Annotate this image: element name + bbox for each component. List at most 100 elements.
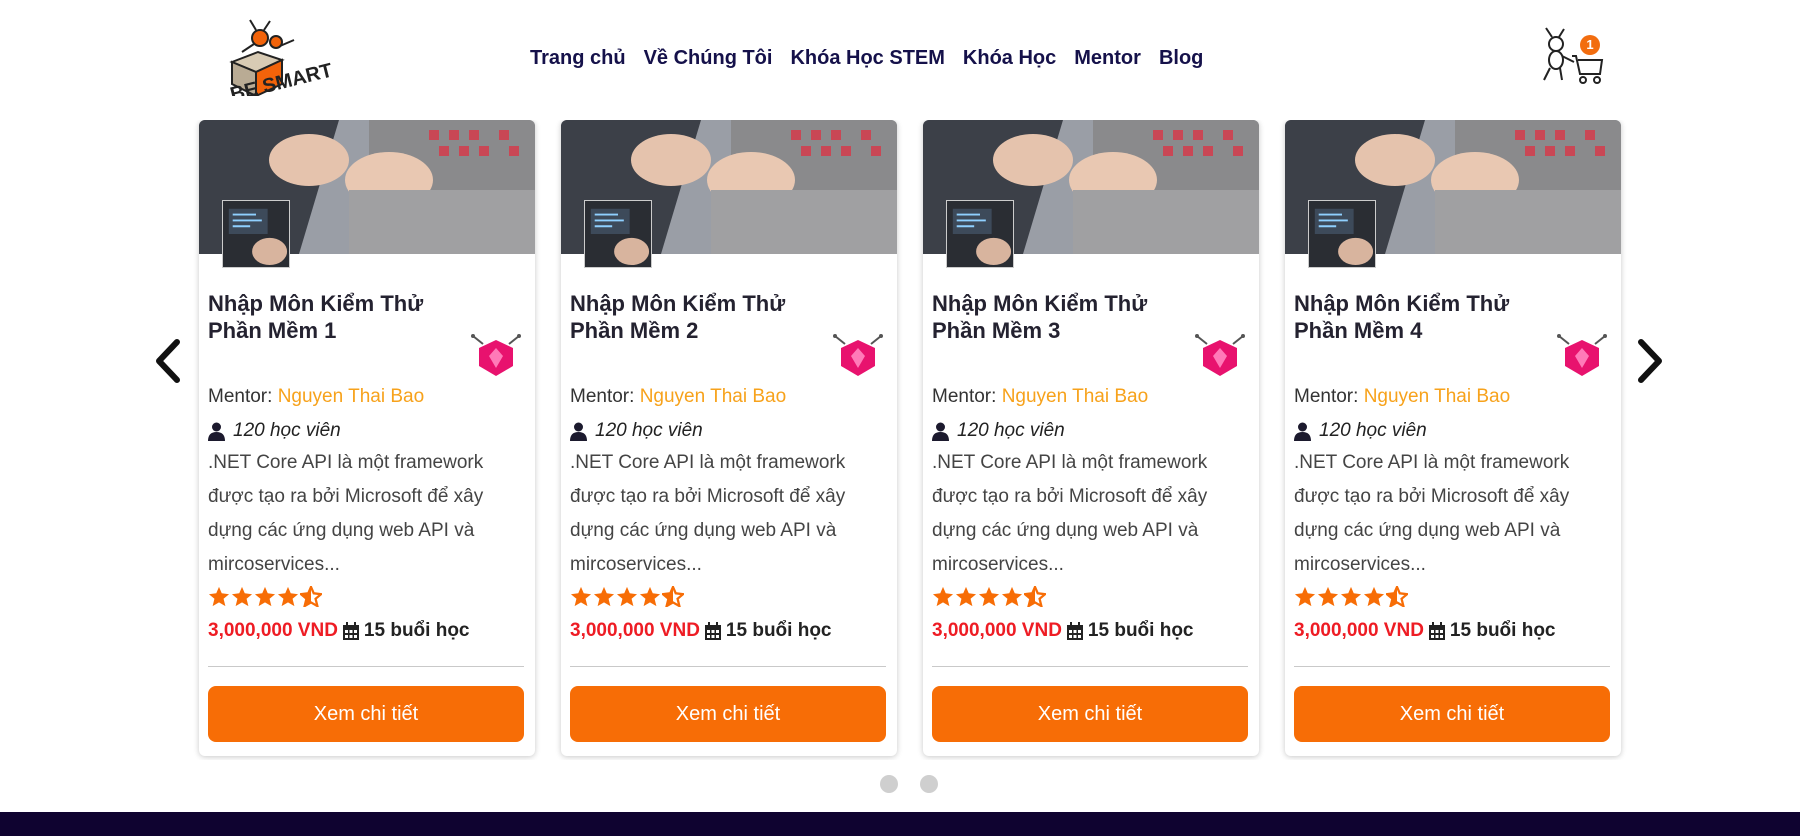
footer-bar: [0, 812, 1800, 836]
course-thumbnail: [946, 200, 1014, 268]
course-slider: Nhập Môn Kiểm Thử Phần Mềm 1 Mentor: Ngu…: [185, 120, 1635, 760]
student-count-text: 120 học viên: [595, 420, 703, 441]
course-meta: 3,000,000 VND 15 buổi học: [1294, 620, 1556, 642]
star-icon: [208, 586, 230, 607]
besmart-logo[interactable]: BE SMART: [224, 18, 374, 96]
star-half-icon: [300, 586, 322, 607]
course-price: 3,000,000 VND: [932, 620, 1062, 641]
course-title[interactable]: Nhập Môn Kiểm Thử Phần Mềm 4: [1294, 290, 1544, 344]
star-half-icon: [1024, 586, 1046, 607]
student-count: 120 học viên: [1294, 420, 1427, 442]
bug-shield-icon: [1557, 334, 1607, 376]
star-icon: [1340, 586, 1362, 607]
slider-pagination: [880, 775, 938, 793]
user-icon: [570, 422, 587, 441]
nav-blog[interactable]: Blog: [1159, 47, 1203, 70]
star-icon: [254, 586, 276, 607]
student-count: 120 học viên: [208, 420, 341, 442]
view-details-button[interactable]: Xem chi tiết: [208, 686, 524, 742]
star-icon: [1363, 586, 1385, 607]
course-meta: 3,000,000 VND 15 buổi học: [932, 620, 1194, 642]
course-thumbnail: [222, 200, 290, 268]
course-title[interactable]: Nhập Môn Kiểm Thử Phần Mềm 2: [570, 290, 820, 344]
mentor-name-link[interactable]: Nguyen Thai Bao: [278, 386, 424, 407]
nav-stem-courses[interactable]: Khóa Học STEM: [790, 47, 944, 70]
user-icon: [208, 422, 225, 441]
star-half-icon: [1386, 586, 1408, 607]
course-description: .NET Core API là một framework được tạo …: [1294, 452, 1570, 575]
site-header: BE SMART Trang chủ Về Chúng Tôi Khóa Học…: [0, 0, 1800, 120]
mentor-line: Mentor: Nguyen Thai Bao: [1294, 386, 1510, 408]
star-icon: [277, 586, 299, 607]
star-icon: [593, 586, 615, 607]
mentor-line: Mentor: Nguyen Thai Bao: [932, 386, 1148, 408]
calendar-icon: [704, 621, 721, 640]
course-thumbnail: [584, 200, 652, 268]
course-sessions: 15 buổi học: [363, 620, 470, 641]
main-nav: Trang chủ Về Chúng Tôi Khóa Học STEM Khó…: [530, 47, 1203, 70]
course-description: .NET Core API là một framework được tạo …: [570, 452, 846, 575]
bug-shield-icon: [833, 334, 883, 376]
view-details-button[interactable]: Xem chi tiết: [1294, 686, 1610, 742]
course-meta: 3,000,000 VND 15 buổi học: [208, 620, 470, 642]
course-sessions: 15 buổi học: [1449, 620, 1556, 641]
slider-prev-button[interactable]: [153, 336, 183, 386]
rating-stars: [932, 586, 1046, 607]
card-divider: [932, 666, 1248, 667]
course-price: 3,000,000 VND: [570, 620, 700, 641]
mentor-line: Mentor: Nguyen Thai Bao: [208, 386, 424, 408]
course-card: Nhập Môn Kiểm Thử Phần Mềm 1 Mentor: Ngu…: [199, 120, 535, 756]
nav-mentor[interactable]: Mentor: [1074, 47, 1141, 70]
star-icon: [570, 586, 592, 607]
student-count: 120 học viên: [570, 420, 703, 442]
cart-button[interactable]: 1: [1538, 26, 1606, 88]
mentor-label: Mentor:: [570, 386, 635, 407]
calendar-icon: [1428, 621, 1445, 640]
slider-next-button[interactable]: [1635, 336, 1665, 386]
course-description: .NET Core API là một framework được tạo …: [208, 452, 484, 575]
chevron-right-icon: [1638, 339, 1662, 383]
student-count-text: 120 học viên: [1319, 420, 1427, 441]
calendar-icon: [1066, 621, 1083, 640]
course-sessions: 15 buổi học: [1087, 620, 1194, 641]
course-title[interactable]: Nhập Môn Kiểm Thử Phần Mềm 3: [932, 290, 1182, 344]
slider-dot-2[interactable]: [920, 775, 938, 793]
star-icon: [978, 586, 1000, 607]
view-details-button[interactable]: Xem chi tiết: [570, 686, 886, 742]
mentor-name-link[interactable]: Nguyen Thai Bao: [1002, 386, 1148, 407]
user-icon: [1294, 422, 1311, 441]
mentor-label: Mentor:: [208, 386, 273, 407]
nav-home[interactable]: Trang chủ: [530, 47, 626, 70]
card-divider: [208, 666, 524, 667]
mentor-name-link[interactable]: Nguyen Thai Bao: [1364, 386, 1510, 407]
course-description: .NET Core API là một framework được tạo …: [932, 452, 1208, 575]
star-icon: [231, 586, 253, 607]
mentor-name-link[interactable]: Nguyen Thai Bao: [640, 386, 786, 407]
course-price: 3,000,000 VND: [208, 620, 338, 641]
slider-dot-1[interactable]: [880, 775, 898, 793]
calendar-icon: [342, 621, 359, 640]
mentor-label: Mentor:: [1294, 386, 1359, 407]
star-icon: [616, 586, 638, 607]
rating-stars: [570, 586, 684, 607]
star-icon: [955, 586, 977, 607]
mentor-line: Mentor: Nguyen Thai Bao: [570, 386, 786, 408]
student-count-text: 120 học viên: [233, 420, 341, 441]
star-icon: [639, 586, 661, 607]
star-icon: [932, 586, 954, 607]
course-title[interactable]: Nhập Môn Kiểm Thử Phần Mềm 1: [208, 290, 458, 344]
course-card: Nhập Môn Kiểm Thử Phần Mềm 2 Mentor: Ngu…: [561, 120, 897, 756]
student-count-text: 120 học viên: [957, 420, 1065, 441]
course-card: Nhập Môn Kiểm Thử Phần Mềm 4 Mentor: Ngu…: [1285, 120, 1621, 756]
star-icon: [1317, 586, 1339, 607]
course-meta: 3,000,000 VND 15 buổi học: [570, 620, 832, 642]
star-icon: [1294, 586, 1316, 607]
card-divider: [1294, 666, 1610, 667]
nav-about[interactable]: Về Chúng Tôi: [644, 47, 773, 70]
view-details-button[interactable]: Xem chi tiết: [932, 686, 1248, 742]
rating-stars: [1294, 586, 1408, 607]
bug-shield-icon: [1195, 334, 1245, 376]
nav-courses[interactable]: Khóa Học: [963, 47, 1056, 70]
chevron-left-icon: [156, 339, 180, 383]
course-sessions: 15 buổi học: [725, 620, 832, 641]
